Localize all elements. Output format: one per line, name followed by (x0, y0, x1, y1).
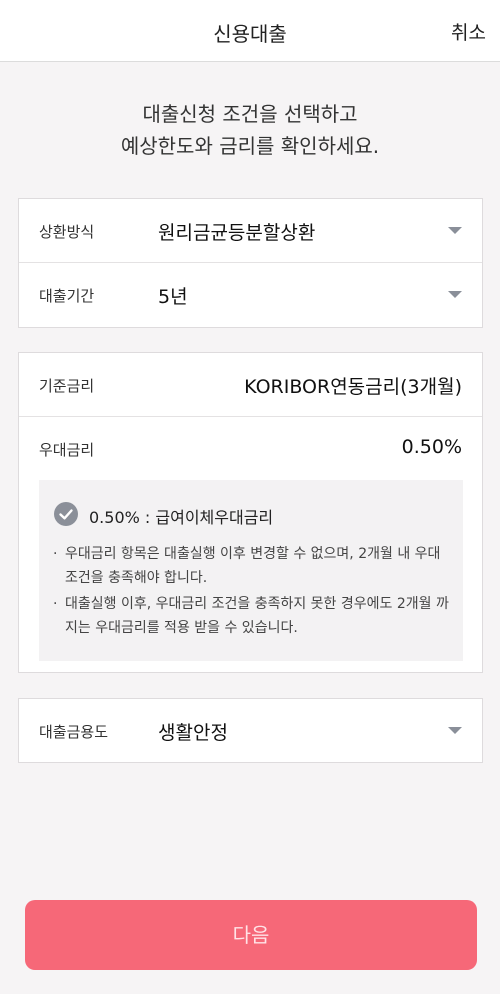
intro-line-2: 예상한도와 금리를 확인하세요. (120, 134, 380, 158)
benefit-text: 0.50% : 급여이체우대금리 (89, 508, 274, 527)
intro-text: 대출신청 조건을 선택하고 예상한도와 금리를 확인하세요. (0, 98, 500, 162)
bullet-icon: · (53, 546, 58, 562)
purpose-value: 생활안정 (158, 722, 228, 744)
base-rate-row: 기준금리 KORIBOR연동금리(3개월) (19, 353, 482, 417)
chevron-down-icon (448, 227, 462, 234)
top-bar: 신용대출 취소 (0, 0, 500, 62)
page-title: 신용대출 (213, 22, 287, 46)
purpose-label: 대출금용도 (39, 723, 109, 741)
intro-line-1: 대출신청 조건을 선택하고 (142, 102, 358, 126)
term-select[interactable]: 대출기간 5년 (19, 263, 482, 327)
loan-options-card: 상환방식 원리금균등분할상환 대출기간 5년 (18, 198, 483, 328)
preferential-rate-info: 0.50% : 급여이체우대금리 · 우대금리 항목은 대출실행 이후 변경할 … (39, 480, 463, 661)
bullet-icon: · (53, 596, 58, 612)
purpose-card: 대출금용도 생활안정 (18, 698, 483, 763)
repayment-label: 상환방식 (39, 223, 95, 241)
cancel-button[interactable]: 취소 (451, 18, 486, 45)
preferential-rate-value: 0.50% (401, 436, 462, 458)
chevron-down-icon (448, 291, 462, 298)
purpose-select[interactable]: 대출금용도 생활안정 (19, 699, 482, 763)
preferential-rate-row: 우대금리 0.50% (19, 417, 482, 481)
note-item: · 대출실행 이후, 우대금리 조건을 충족하지 못한 경우에도 2개월 까지는… (53, 592, 453, 640)
note-text: 대출실행 이후, 우대금리 조건을 충족하지 못한 경우에도 2개월 까지는 우… (65, 596, 449, 636)
next-button[interactable]: 다음 (25, 900, 477, 970)
repayment-value: 원리금균등분할상환 (158, 222, 316, 244)
term-label: 대출기간 (39, 287, 95, 305)
repayment-select[interactable]: 상환방식 원리금균등분할상환 (19, 199, 482, 263)
base-rate-label: 기준금리 (39, 377, 95, 395)
note-text: 우대금리 항목은 대출실행 이후 변경할 수 없으며, 2개월 내 우대조건을 … (65, 546, 441, 586)
chevron-down-icon (448, 727, 462, 734)
preferential-rate-label: 우대금리 (39, 441, 95, 459)
term-value: 5년 (158, 286, 188, 308)
notes-list: · 우대금리 항목은 대출실행 이후 변경할 수 없으며, 2개월 내 우대조건… (53, 542, 453, 642)
check-circle-icon[interactable] (54, 502, 78, 526)
base-rate-value: KORIBOR연동금리(3개월) (244, 376, 462, 398)
rate-card: 기준금리 KORIBOR연동금리(3개월) 우대금리 0.50% 0.50% :… (18, 352, 483, 673)
note-item: · 우대금리 항목은 대출실행 이후 변경할 수 없으며, 2개월 내 우대조건… (53, 542, 453, 590)
